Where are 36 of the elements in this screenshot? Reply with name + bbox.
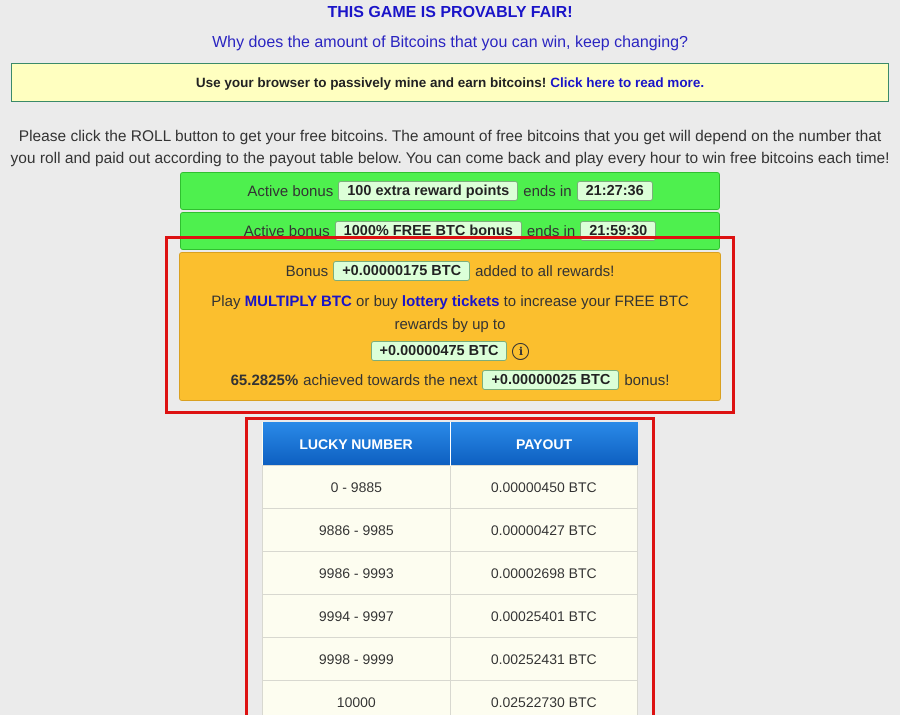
multiply-promo-text: Play MULTIPLY BTC or buy lottery tickets to increase your FREE BTC rewards by up to [210,292,690,335]
table-cell: 0.00000450 BTC [450,466,638,508]
table-cell: 9886 - 9985 [262,508,450,552]
progress-text: achieved towards the next [303,372,478,388]
table-cell: 0 - 9885 [262,466,450,508]
next-bonus-value: +0.00000025 BTC [482,370,620,390]
column-header: PAYOUT [450,422,638,466]
intro-text: Please click the ROLL button to get your free bitcoins. The amount of free bitcoins that you get will depend on the number that you roll and paid out according to the payout table below. You can come back and play every hour to win free bitcoins each time! [10,127,890,169]
table-cell: 0.00002698 BTC [450,552,638,594]
table-cell: 9986 - 9993 [262,552,450,594]
table-cell: 0.00000427 BTC [450,508,638,552]
bonus-suffix: added to all rewards! [475,262,614,280]
countdown-timer: 21:27:36 [576,181,653,201]
question-link[interactable]: Why does the amount of Bitcoins that you can win, keep changing? [212,34,688,52]
progress-percent: 65.2825% [230,372,298,388]
bonus-suffix: bonus! [624,372,670,388]
table-cell: 0.00025401 BTC [450,594,638,638]
bonus-value: 100 extra reward points [338,181,518,201]
table-cell: 0.00252431 BTC [450,638,638,680]
page-title: THIS GAME IS PROVABLY FAIR! [327,4,573,22]
notice-text: Use your browser to passively mine and earn bitcoins! [196,75,546,90]
promo-link[interactable]: MULTIPLY BTC [244,293,352,310]
ends-label: ends in [526,222,576,240]
ends-label: ends in [523,182,572,200]
info-icon[interactable]: i [512,342,530,360]
bonus-value: +0.00000175 BTC [333,261,470,281]
bonus-label: Active bonus [244,222,330,240]
bonus-label: Active bonus [247,182,334,200]
bonus-label: Bonus [286,262,328,280]
max-bonus-value: +0.00000475 BTC [370,341,508,361]
table-cell: 9994 - 9997 [262,594,450,638]
table-cell: 10000 [262,680,450,715]
table-cell: 9998 - 9999 [262,638,450,680]
promo-link[interactable]: lottery tickets [402,293,500,310]
column-header: LUCKY NUMBER [262,422,450,466]
read-more-link[interactable]: Click here to read more. [550,75,704,90]
